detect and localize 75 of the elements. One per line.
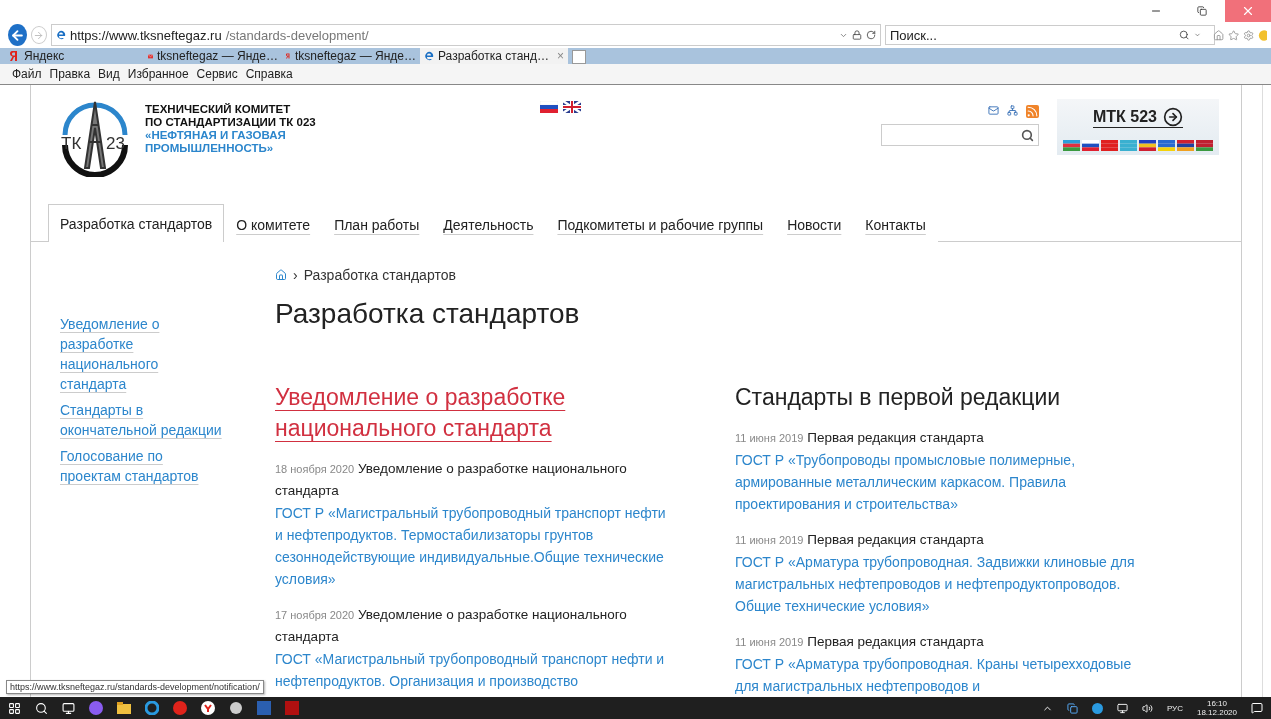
tray-icon[interactable]	[1066, 702, 1078, 714]
section-heading[interactable]: Уведомление о разработке национального стандарта	[275, 382, 675, 444]
industry-name: «НЕФТЯНАЯ И ГАЗОВАЯ	[145, 129, 287, 142]
yandex-browser-icon[interactable]	[201, 701, 215, 715]
menu-item[interactable]: Файл	[12, 67, 42, 81]
breadcrumb-separator: ›	[293, 267, 298, 283]
menu-item[interactable]: Сервис	[196, 67, 238, 81]
page-title: Разработка стандартов	[275, 298, 581, 330]
standard-link[interactable]: ГОСТ Р «Арматура трубопроводная. Краны четырехходовые для магистральных нефтепроводов и	[735, 653, 1135, 697]
site-search-field[interactable]	[881, 124, 1039, 146]
language-indicator[interactable]: РУС	[1166, 703, 1183, 713]
browser-tab[interactable]: Разработка станд… ×	[420, 48, 568, 64]
browser-tab[interactable]: tksneftegaz — Янде…	[144, 48, 282, 64]
nav-tab[interactable]: Разработка стандартов	[48, 204, 225, 242]
notifications-icon[interactable]	[1251, 702, 1263, 714]
flag-icon	[1139, 140, 1156, 151]
flag-icon	[1196, 140, 1213, 151]
home-icon[interactable]	[275, 269, 287, 281]
sidebar-link[interactable]: Голосование по проектам стандартов	[60, 446, 199, 486]
flag-icon	[1158, 140, 1175, 151]
tray-icon[interactable]	[1091, 702, 1103, 714]
network-icon[interactable]	[1116, 702, 1128, 714]
committee-name: ПО СТАНДАРТИЗАЦИИ ТК 023	[145, 116, 316, 129]
british-flag-icon[interactable]	[562, 101, 581, 113]
address-field[interactable]: https://www.tksneftegaz.ru /standards-development/	[50, 24, 881, 46]
flag-icon	[1082, 140, 1099, 151]
committee-name: ТЕХНИЧЕСКИЙ КОМИТЕТ	[145, 103, 292, 116]
windows-icon[interactable]	[8, 701, 21, 715]
arrow-circle-icon	[1163, 107, 1183, 127]
sitemap-icon[interactable]	[1007, 105, 1018, 116]
status-tooltip: https://www.tksneftegaz.ru/standards-development/notification/	[6, 680, 264, 694]
menu-item[interactable]: Избранное	[127, 67, 189, 81]
back-button[interactable]	[8, 24, 28, 46]
item-meta: 11 июня 2019 Первая редакция стандарта	[735, 429, 985, 447]
item-meta: 18 ноября 2020 Уведомление о разработке национального стандарта	[275, 460, 628, 500]
clock[interactable]: 16:10 18.12.2020	[1196, 699, 1237, 717]
logo: ТК 23	[55, 97, 135, 177]
item-meta: 11 июня 2019 Первая редакция стандарта	[735, 531, 985, 549]
flag-icon	[1101, 140, 1118, 151]
search-icon[interactable]	[1021, 128, 1034, 142]
item-meta: 17 ноября 2020 Уведомление о разработке национального стандарта	[275, 606, 628, 646]
flag-icon	[1177, 140, 1194, 151]
standard-link[interactable]: ГОСТ «Магистральный трубопроводный транспорт нефти и нефтепродуктов. Организация и производство	[275, 648, 675, 692]
menu-item[interactable]: Вид	[98, 67, 120, 81]
mtk-banner[interactable]: МТК 523	[1057, 99, 1219, 155]
standard-link[interactable]: ГОСТ Р «Магистральный трубопроводный транспорт нефти и нефтепродуктов. Термостабилизаторы грунтов сезоннодействующие индивидуальные.Общие технические условия»	[275, 502, 675, 590]
menu-item[interactable]: Справка	[245, 67, 293, 81]
menu-item[interactable]: Правка	[49, 67, 91, 81]
flag-icon	[1063, 140, 1080, 151]
standard-link[interactable]: ГОСТ Р «Трубопроводы промысловые полимерные, армированные металлическим каркасом. Правила проектирования и строительства»	[735, 449, 1135, 515]
browser-tab[interactable]: Яндекс	[6, 48, 144, 64]
section-heading: Стандарты в первой редакции	[735, 383, 1062, 412]
standard-link[interactable]: ГОСТ Р «Арматура трубопроводная. Задвижки клиновые для магистральных нефтепроводов и нефтепродуктопроводов. Общие технические условия»	[735, 551, 1135, 617]
task-view-icon[interactable]	[62, 701, 75, 715]
sidebar-link[interactable]: Стандарты в окончательной редакции	[60, 400, 222, 440]
lock-icon	[851, 30, 862, 40]
close-icon	[1241, 4, 1255, 18]
arrow-right-icon	[33, 29, 45, 41]
browser-tab[interactable]: tksneftegaz — Янде…	[282, 48, 420, 64]
search-icon[interactable]	[35, 701, 48, 715]
envelope-icon	[148, 51, 153, 61]
search-field[interactable]: Поиск...	[884, 25, 1216, 45]
flag-icon	[1120, 140, 1137, 151]
home-icon[interactable]	[1212, 28, 1224, 42]
breadcrumb-current: Разработка стандартов	[303, 267, 456, 283]
folder-icon[interactable]	[117, 702, 131, 714]
restore-icon	[1197, 6, 1207, 16]
russian-flag-icon[interactable]	[539, 101, 558, 113]
item-meta: 11 июня 2019 Первая редакция стандарта	[735, 633, 985, 651]
mail-icon[interactable]	[988, 105, 999, 116]
volume-icon[interactable]	[1141, 702, 1153, 714]
industry-name: ПРОМЫШЛЕННОСТЬ»	[145, 142, 275, 155]
refresh-icon[interactable]	[865, 30, 876, 40]
sidebar-link[interactable]: Уведомление о разработке национального стандарта	[60, 314, 160, 394]
new-tab-button[interactable]	[572, 50, 586, 64]
